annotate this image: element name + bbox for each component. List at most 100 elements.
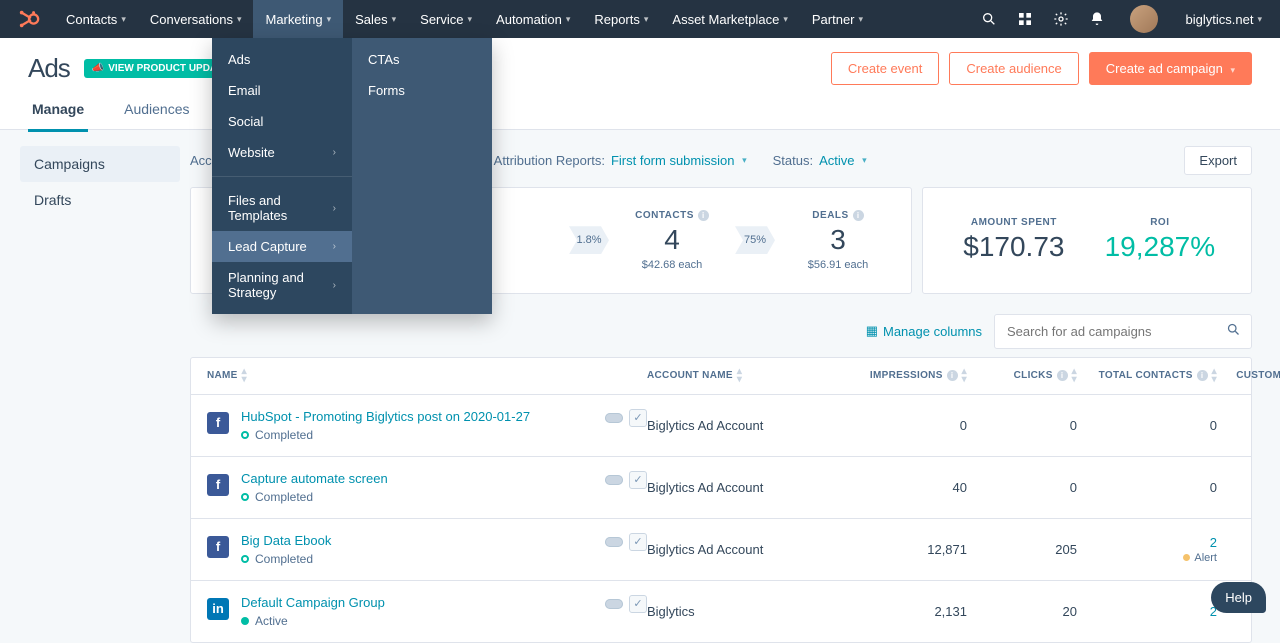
sort-icon[interactable]: ▴▾ bbox=[242, 368, 247, 384]
menu-item-planning-and-strategy[interactable]: Planning and Strategy› bbox=[212, 262, 352, 308]
chevron-down-icon: ▾ bbox=[742, 155, 747, 166]
tab-audiences[interactable]: Audiences bbox=[120, 91, 193, 129]
menu-item-website[interactable]: Website› bbox=[212, 137, 352, 168]
facebook-icon: f bbox=[207, 536, 229, 558]
column-impressions[interactable]: IMPRESSIONSi▴▾ bbox=[847, 368, 967, 384]
conversion-arrow: 75% bbox=[735, 226, 775, 254]
marketplace-icon[interactable] bbox=[1016, 10, 1034, 28]
row-checkbox[interactable]: ✓ bbox=[629, 533, 647, 551]
user-avatar[interactable] bbox=[1130, 5, 1158, 33]
contacts-value: 2 Alert bbox=[1077, 535, 1217, 564]
amount-spent-value: $170.73 bbox=[959, 230, 1069, 264]
campaign-name-link[interactable]: Capture automate screen bbox=[241, 471, 388, 486]
campaign-name-link[interactable]: HubSpot - Promoting Biglytics post on 20… bbox=[241, 409, 530, 424]
menu-item-ctas[interactable]: CTAs bbox=[352, 44, 492, 75]
search-campaigns bbox=[994, 314, 1252, 349]
deals-value: 3 bbox=[783, 223, 893, 257]
settings-icon[interactable] bbox=[1052, 10, 1070, 28]
sidebar-item-campaigns[interactable]: Campaigns bbox=[20, 146, 180, 182]
chevron-down-icon: ▾ bbox=[468, 14, 473, 25]
menu-item-files-and-templates[interactable]: Files and Templates› bbox=[212, 185, 352, 231]
column-account-name[interactable]: ACCOUNT NAME▴▾ bbox=[647, 368, 847, 384]
sidebar-item-drafts[interactable]: Drafts bbox=[20, 182, 180, 218]
status-toggle[interactable] bbox=[605, 413, 623, 423]
impressions-value: 2,131 bbox=[847, 604, 967, 619]
attribution-filter[interactable]: First form submission ▾ bbox=[611, 153, 747, 168]
nav-item-sales[interactable]: Sales▾ bbox=[343, 0, 408, 38]
column-name[interactable]: NAME▴▾ bbox=[207, 368, 647, 384]
campaign-name-link[interactable]: Big Data Ebook bbox=[241, 533, 331, 548]
table-row: f Big Data Ebook Completed ✓Biglytics Ad Ac… bbox=[191, 519, 1251, 581]
search-icon[interactable] bbox=[980, 10, 998, 28]
search-input[interactable] bbox=[995, 315, 1216, 348]
info-icon[interactable]: i bbox=[1057, 370, 1068, 381]
status-toggle[interactable] bbox=[605, 599, 623, 609]
campaigns-table: NAME▴▾ACCOUNT NAME▴▾IMPRESSIONSi▴▾CLICKS… bbox=[190, 357, 1252, 643]
row-checkbox[interactable]: ✓ bbox=[629, 595, 647, 613]
info-icon[interactable]: i bbox=[1197, 370, 1208, 381]
menu-item-ads[interactable]: Ads bbox=[212, 44, 352, 75]
sort-icon[interactable]: ▴▾ bbox=[737, 368, 742, 384]
column-total-contacts[interactable]: TOTAL CONTACTSi▴▾ bbox=[1077, 368, 1217, 384]
table-row: fCapture automate screenCompleted✓Biglyt… bbox=[191, 457, 1251, 519]
notifications-icon[interactable] bbox=[1088, 10, 1106, 28]
page-title: Ads bbox=[28, 53, 70, 84]
create-audience-button[interactable]: Create audience bbox=[949, 52, 1078, 85]
status-filter[interactable]: Active ▾ bbox=[819, 153, 867, 168]
hubspot-logo[interactable] bbox=[18, 8, 40, 30]
campaign-name-link[interactable]: Default Campaign Group bbox=[241, 595, 385, 610]
account-name: Biglytics Ad Account bbox=[647, 542, 847, 557]
row-checkbox[interactable]: ✓ bbox=[629, 409, 647, 427]
spend-card: AMOUNT SPENT $170.73 ROI 19,287% bbox=[922, 187, 1252, 294]
tab-manage[interactable]: Manage bbox=[28, 91, 88, 129]
nav-item-partner[interactable]: Partner▾ bbox=[800, 0, 875, 38]
impressions-value: 0 bbox=[847, 418, 967, 433]
alert-badge: Alert bbox=[1077, 552, 1217, 564]
column-clicks[interactable]: CLICKSi▴▾ bbox=[967, 368, 1077, 384]
deals-label: DEALS bbox=[812, 210, 848, 221]
attribution-label: Attribution Reports: bbox=[494, 153, 605, 168]
chevron-down-icon: ▾ bbox=[237, 14, 242, 25]
marketing-menu: AdsEmailSocialWebsite› Files and Template… bbox=[212, 38, 492, 314]
chevron-right-icon: › bbox=[333, 280, 336, 291]
nav-item-service[interactable]: Service▾ bbox=[408, 0, 484, 38]
nav-item-contacts[interactable]: Contacts▾ bbox=[54, 0, 138, 38]
create-ad-campaign-button[interactable]: Create ad campaign ▾ bbox=[1089, 52, 1252, 85]
nav-item-conversations[interactable]: Conversations▾ bbox=[138, 0, 254, 38]
impressions-value: 40 bbox=[847, 480, 967, 495]
campaign-status: Completed bbox=[241, 490, 388, 504]
account-switcher[interactable]: biglytics.net▾ bbox=[1186, 12, 1262, 27]
menu-item-social[interactable]: Social bbox=[212, 106, 352, 137]
nav-item-reports[interactable]: Reports▾ bbox=[582, 0, 660, 38]
status-toggle[interactable] bbox=[605, 537, 623, 547]
chevron-down-icon: ▾ bbox=[1230, 65, 1235, 75]
menu-item-email[interactable]: Email bbox=[212, 75, 352, 106]
help-button[interactable]: Help bbox=[1211, 582, 1266, 613]
conversion-arrow: 1.8% bbox=[569, 226, 609, 254]
contacts-value: 2 bbox=[1077, 604, 1217, 619]
export-button[interactable]: Export bbox=[1184, 146, 1252, 175]
chevron-down-icon: ▾ bbox=[644, 14, 649, 25]
menu-item-forms[interactable]: Forms bbox=[352, 75, 492, 106]
nav-item-automation[interactable]: Automation▾ bbox=[484, 0, 582, 38]
row-checkbox[interactable]: ✓ bbox=[629, 471, 647, 489]
campaign-status: Completed bbox=[241, 552, 331, 566]
manage-columns-link[interactable]: ▦ Manage columns bbox=[866, 323, 982, 339]
nav-item-marketing[interactable]: Marketing▾ bbox=[253, 0, 343, 38]
contacts-value: 0 bbox=[1077, 480, 1217, 495]
account-name: Biglytics Ad Account bbox=[647, 418, 847, 433]
info-icon[interactable]: i bbox=[853, 210, 864, 221]
menu-item-lead-capture[interactable]: Lead Capture› bbox=[212, 231, 352, 262]
campaign-status: Completed bbox=[241, 428, 530, 442]
info-icon[interactable]: i bbox=[698, 210, 709, 221]
nav-item-asset-marketplace[interactable]: Asset Marketplace▾ bbox=[660, 0, 799, 38]
column-customers[interactable]: CUSTOMERSi▴▾ bbox=[1217, 368, 1280, 384]
create-event-button[interactable]: Create event bbox=[831, 52, 939, 85]
status-toggle[interactable] bbox=[605, 475, 623, 485]
contacts-value: 0 bbox=[1077, 418, 1217, 433]
chevron-down-icon: ▾ bbox=[392, 14, 397, 25]
search-icon[interactable] bbox=[1216, 322, 1251, 340]
contacts-link[interactable]: 2 bbox=[1210, 535, 1217, 550]
info-icon[interactable]: i bbox=[947, 370, 958, 381]
account-name: Biglytics bbox=[647, 604, 847, 619]
